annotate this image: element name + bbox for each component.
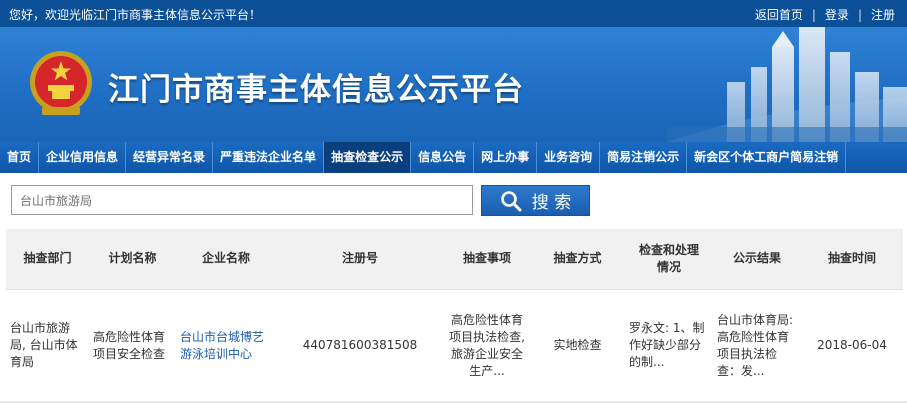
login-link[interactable]: 登录 [825,6,849,23]
welcome-text: 您好，欢迎光临江门市商事主体信息公示平台！ [9,8,262,22]
cell-company-link[interactable]: 台山市台城博艺游泳培训中心 [176,288,276,403]
nav-item-consulting[interactable]: 业务咨询 [537,142,601,173]
search-button[interactable]: 搜 索 [481,185,590,216]
cell-result: 台山市体育局: 高危险性体育项目执法检查：发... [713,288,801,403]
top-bar: 您好，欢迎光临江门市商事主体信息公示平台！ 返回首页 | 登录 | 注册 [0,0,907,27]
main-nav: 首页 企业信用信息 经营异常名录 严重违法企业名单 抽查检查公示 信息公告 网上… [0,142,907,173]
col-header-plan: 计划名称 [89,229,176,289]
search-button-label: 搜 索 [531,193,572,213]
cell-items: 高危险性体育项目执法检查, 旅游企业安全生产... [444,288,530,403]
nav-item-home[interactable]: 首页 [0,142,40,173]
nav-item-abnormal-list[interactable]: 经营异常名录 [126,142,214,173]
search-input[interactable] [11,185,473,215]
table-header-row: 抽查部门 计划名称 企业名称 注册号 抽查事项 抽查方式 检查和处理 情况 公示… [6,229,903,289]
col-header-result: 公示结果 [713,229,801,289]
col-header-department: 抽查部门 [6,229,89,289]
nav-item-simple-deregistration[interactable]: 简易注销公示 [600,142,688,173]
cell-method: 实地检查 [530,288,625,403]
cell-handling: 罗永文: 1、制作好缺少部分的制... [625,288,713,403]
col-header-reg-no: 注册号 [276,229,444,289]
col-header-date: 抽查时间 [801,229,903,289]
site-title: 江门市商事主体信息公示平台 [108,72,524,108]
cell-plan: 高危险性体育项目安全检查 [89,288,176,403]
top-links: 返回首页 | 登录 | 注册 [755,6,895,23]
header-banner: 江门市商事主体信息公示平台 [0,27,907,142]
home-link[interactable]: 返回首页 [755,6,803,23]
city-skyline-image [667,27,907,142]
col-header-method: 抽查方式 [530,229,625,289]
cell-date: 2018-06-04 [801,288,903,403]
search-icon [500,190,522,211]
cell-department: 台山市旅游局, 台山市体育局 [6,288,89,403]
nav-item-announcements[interactable]: 信息公告 [411,142,475,173]
nav-item-online-services[interactable]: 网上办事 [474,142,538,173]
col-header-handling: 检查和处理 情况 [625,229,713,289]
nav-item-inspection[interactable]: 抽查检查公示 [324,142,412,173]
nav-item-serious-violation[interactable]: 严重违法企业名单 [213,142,325,173]
register-link[interactable]: 注册 [871,6,895,23]
national-emblem-icon [30,51,92,115]
cell-reg-no: 440781600381508 [276,288,444,403]
separator: | [857,7,862,22]
col-header-company: 企业名称 [176,229,276,289]
separator: | [811,7,816,22]
nav-item-credit-info[interactable]: 企业信用信息 [39,142,127,173]
nav-item-xinhui-deregistration[interactable]: 新会区个体工商户简易注销 [687,142,847,173]
col-header-items: 抽查事项 [444,229,530,289]
results-table: 抽查部门 计划名称 企业名称 注册号 抽查事项 抽查方式 检查和处理 情况 公示… [6,229,903,403]
table-row: 台山市旅游局, 台山市体育局 高危险性体育项目安全检查 台山市台城博艺游泳培训中… [6,288,903,403]
